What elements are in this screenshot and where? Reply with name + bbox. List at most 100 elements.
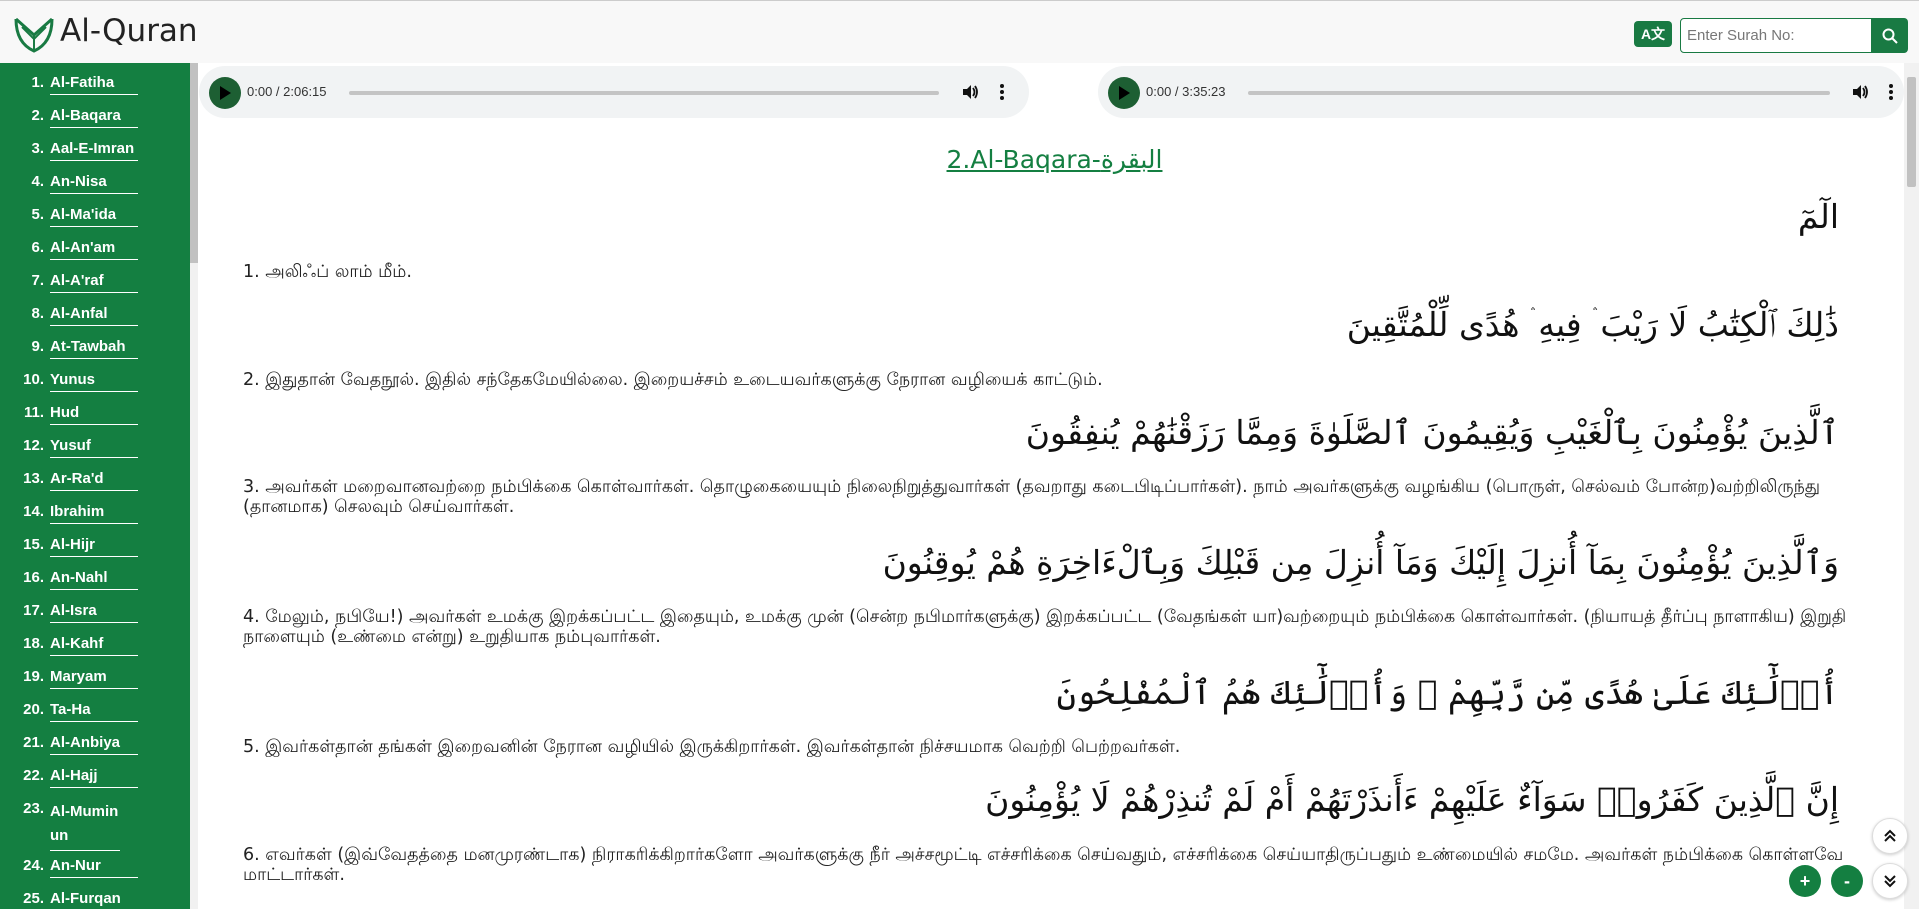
play-icon	[1119, 86, 1130, 100]
main-scroll-thumb[interactable]	[1907, 77, 1916, 187]
audio-player-arabic: 0:00 / 2:06:15	[199, 66, 1029, 118]
tamil-translation: 5. இவர்கள்தான் தங்கள் இறைவனின் நேரான வழி…	[243, 737, 1181, 757]
surah-number: 20.	[23, 701, 44, 718]
sidebar-item-surah[interactable]: 20. Ta-Ha	[0, 701, 138, 722]
audio-time: 0:00 / 3:35:23	[1146, 84, 1226, 99]
audio-time: 0:00 / 2:06:15	[247, 84, 327, 99]
sidebar-item-surah[interactable]: 18. Al-Kahf	[0, 635, 138, 656]
surah-name-link[interactable]: Al-Fatiha	[50, 74, 138, 95]
sidebar-item-surah[interactable]: 17. Al-Isra	[0, 602, 138, 623]
surah-name-link[interactable]: Al-An'am	[50, 239, 138, 260]
surah-name-link[interactable]: Al-Baqara	[50, 107, 138, 128]
surah-number: 17.	[23, 602, 44, 619]
sidebar-item-surah[interactable]: 23. Al-Muminun	[0, 800, 120, 851]
surah-name-link[interactable]: An-Nur	[50, 857, 138, 878]
sidebar-item-surah[interactable]: 19. Maryam	[0, 668, 138, 689]
surah-number: 25.	[23, 890, 44, 907]
surah-name-link[interactable]: Al-Furqan	[50, 890, 138, 909]
audio-progress-bar[interactable]	[1248, 91, 1830, 95]
surah-name-link[interactable]: Al-A'raf	[50, 272, 138, 293]
sidebar-item-surah[interactable]: 22. Al-Hajj	[0, 767, 138, 788]
surah-name-link[interactable]: Al-Hijr	[50, 536, 138, 557]
surah-name-link[interactable]: An-Nisa	[50, 173, 138, 194]
surah-number: 9.	[31, 338, 44, 355]
surah-name-link[interactable]: Ta-Ha	[50, 701, 138, 722]
surah-number: 1.	[31, 74, 44, 91]
volume-icon[interactable]	[1851, 83, 1869, 101]
sidebar-item-surah[interactable]: 25. Al-Furqan	[0, 890, 138, 909]
play-button[interactable]	[1108, 77, 1140, 109]
zoom-in-button[interactable]: +	[1789, 865, 1821, 897]
sidebar-item-surah[interactable]: 13. Ar-Ra'd	[0, 470, 138, 491]
sidebar-item-surah[interactable]: 11. Hud	[0, 404, 138, 425]
tamil-translation: 1. அலிஃப் லாம் மீம்.	[243, 262, 412, 282]
quran-logo-icon[interactable]	[12, 13, 58, 55]
tamil-translation: 2. இதுதான் வேதநூல். இதில் சந்தேகமேயில்லை…	[243, 370, 1103, 390]
language-toggle-button[interactable]: A文	[1634, 21, 1672, 47]
surah-number: 7.	[31, 272, 44, 289]
top-navbar: Al-Quran A文	[0, 0, 1919, 63]
sidebar-item-surah[interactable]: 12. Yusuf	[0, 437, 138, 458]
surah-number: 15.	[23, 536, 44, 553]
sidebar-item-surah[interactable]: 10. Yunus	[0, 371, 138, 392]
sidebar-item-surah[interactable]: 8. Al-Anfal	[0, 305, 138, 326]
surah-name-link[interactable]: An-Nahl	[50, 569, 138, 590]
zoom-out-button[interactable]: -	[1831, 865, 1863, 897]
more-options-icon[interactable]	[1888, 82, 1894, 102]
surah-name-link[interactable]: Ibrahim	[50, 503, 138, 524]
sidebar-item-surah[interactable]: 14. Ibrahim	[0, 503, 138, 524]
surah-name-link[interactable]: Yusuf	[50, 437, 138, 458]
surah-number: 19.	[23, 668, 44, 685]
tamil-translation: 6. எவர்கள் (இவ்வேதத்தை மனமுரண்டாக) நிராக…	[243, 845, 1844, 885]
sidebar-item-surah[interactable]: 6. Al-An'am	[0, 239, 138, 260]
surah-name-link[interactable]: At-Tawbah	[50, 338, 138, 359]
surah-number: 22.	[23, 767, 44, 784]
surah-name-link[interactable]: Ar-Ra'd	[50, 470, 138, 491]
surah-name-link[interactable]: Al-Ma'ida	[50, 206, 138, 227]
arabic-verse: ٱلَّذِينَ يُؤْمِنُونَ بِٱلْغَيْبِ وَيُقِ…	[1025, 413, 1839, 452]
surah-name-link[interactable]: Al-Anbiya	[50, 734, 138, 755]
main-scrollbar[interactable]	[1904, 63, 1919, 909]
sidebar-item-surah[interactable]: 15. Al-Hijr	[0, 536, 138, 557]
sidebar-item-surah[interactable]: 4. An-Nisa	[0, 173, 138, 194]
search-icon	[1882, 28, 1898, 44]
brand-title[interactable]: Al-Quran	[60, 13, 198, 49]
surah-name-link[interactable]: Maryam	[50, 668, 138, 689]
search-button[interactable]	[1872, 18, 1908, 53]
surah-name-link[interactable]: Al-Hajj	[50, 767, 138, 788]
surah-name-link[interactable]: Yunus	[50, 371, 138, 392]
scroll-bottom-button[interactable]	[1872, 863, 1908, 899]
surah-number: 21.	[23, 734, 44, 751]
surah-number: 13.	[23, 470, 44, 487]
surah-number: 24.	[23, 857, 44, 874]
sidebar-item-surah[interactable]: 1. Al-Fatiha	[0, 74, 138, 95]
sidebar-item-surah[interactable]: 7. Al-A'raf	[0, 272, 138, 293]
surah-sidebar: 1. Al-Fatiha 2. Al-Baqara 3. Aal-E-Imran 4. An-…	[0, 63, 190, 909]
sidebar-item-surah[interactable]: 21. Al-Anbiya	[0, 734, 138, 755]
sidebar-item-surah[interactable]: 16. An-Nahl	[0, 569, 138, 590]
surah-number: 8.	[31, 305, 44, 322]
surah-name-link[interactable]: Al-Isra	[50, 602, 138, 623]
surah-number: 10.	[23, 371, 44, 388]
sidebar-item-surah[interactable]: 2. Al-Baqara	[0, 107, 138, 128]
sidebar-item-surah[interactable]: 24. An-Nur	[0, 857, 138, 878]
volume-icon[interactable]	[961, 83, 979, 101]
audio-progress-bar[interactable]	[349, 91, 939, 95]
surah-title[interactable]: 2.Al-Baqara-البقرة	[0, 145, 1919, 174]
play-icon	[220, 86, 231, 100]
surah-name-link[interactable]: Al-Anfal	[50, 305, 138, 326]
surah-search-input[interactable]	[1680, 18, 1872, 53]
surah-name-link[interactable]: Al-Kahf	[50, 635, 138, 656]
sidebar-item-surah[interactable]: 5. Al-Ma'ida	[0, 206, 138, 227]
surah-number: 4.	[31, 173, 44, 190]
surah-name-link[interactable]: Al-Muminun	[50, 800, 120, 851]
surah-name-link[interactable]: Hud	[50, 404, 138, 425]
arabic-verse: ذَٰلِكَ ٱلْكِتَٰبُ لَا رَيْبَ ۛ فِيهِ ۛ …	[1346, 305, 1839, 344]
sidebar-item-surah[interactable]: 9. At-Tawbah	[0, 338, 138, 359]
surah-number: 23.	[23, 800, 44, 817]
surah-number: 5.	[31, 206, 44, 223]
more-options-icon[interactable]	[999, 82, 1005, 102]
double-chevron-down-icon	[1884, 875, 1896, 888]
scroll-top-button[interactable]	[1872, 818, 1908, 854]
play-button[interactable]	[209, 77, 241, 109]
